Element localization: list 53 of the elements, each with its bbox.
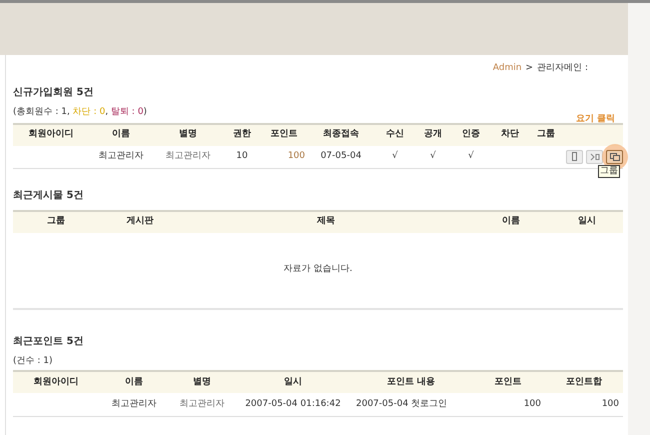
column-header: 일시 [577,215,597,228]
table-cell-text: 100 [522,398,542,411]
table-cell-text: 최고관리자 [164,150,212,163]
column-header: 수신 [385,128,405,142]
group-button[interactable] [606,150,623,164]
column-header: 별명 [178,128,198,142]
column-header: 그룹 [536,128,556,142]
column-header: 별명 [192,376,212,389]
column-header: 인증 [461,128,481,142]
windows-icon [610,152,620,160]
callout-text: 요기 클릭 [576,113,616,126]
point-summary: (건수 : 1) [13,354,54,368]
breadcrumb-separator: > [526,62,534,76]
table-cell-text: 최고관리자 [178,398,226,411]
table-cell-text: 최고관리자 [110,398,158,411]
column-header: 회원아이디 [32,376,80,389]
move-button[interactable] [586,150,603,164]
empty-message: 자료가 없습니다. [284,263,352,276]
tooltip: 그룹 [598,165,620,178]
column-header: 게시판 [126,215,154,228]
table-cell-text: 100 [600,398,620,411]
breadcrumb-current: 관리자메인 : [537,62,588,76]
column-header: 포인트 내용 [386,376,436,389]
table-cell-text: 07-05-04 [320,150,362,163]
column-header: 이름 [501,215,521,228]
arrow-icon [590,152,600,160]
column-header: 그룹 [46,215,66,228]
table-cell-text: 최고관리자 [98,150,144,163]
table-cell-text: √ [467,150,475,163]
table-cell-text: 100 [286,150,306,163]
section-title: 최근게시물 5건 [13,188,84,202]
section-title: 최근포인트 5건 [13,334,84,348]
column-header: 포인트 [270,128,298,142]
column-header: 포인트합 [565,376,603,389]
column-header: 일시 [283,376,303,389]
table-cell-text: √ [391,150,399,163]
column-header: 권한 [232,128,252,142]
table-cell-text: 2007-05-04 첫로그인 [355,398,448,411]
column-header: 포인트 [494,376,522,389]
edit-button[interactable] [566,150,583,164]
section-title: 신규가입회원 5건 [13,86,94,100]
table-cell-text: √ [429,150,437,163]
column-header: 공개 [423,128,443,142]
breadcrumb-link[interactable]: Admin [492,62,522,76]
column-header: 이름 [111,128,131,142]
column-header: 차단 [500,128,520,142]
column-header: 회원아이디 [28,128,74,142]
table-cell-text: 2007-05-04 01:16:42 [244,398,342,411]
column-header: 제목 [316,215,336,228]
column-header: 이름 [124,376,144,389]
member-summary: (총회원수 : 1, 차단 : 0, 탈퇴 : 0) [13,106,147,119]
table-cell-text: 10 [235,150,249,163]
column-header: 최종접속 [322,128,360,142]
